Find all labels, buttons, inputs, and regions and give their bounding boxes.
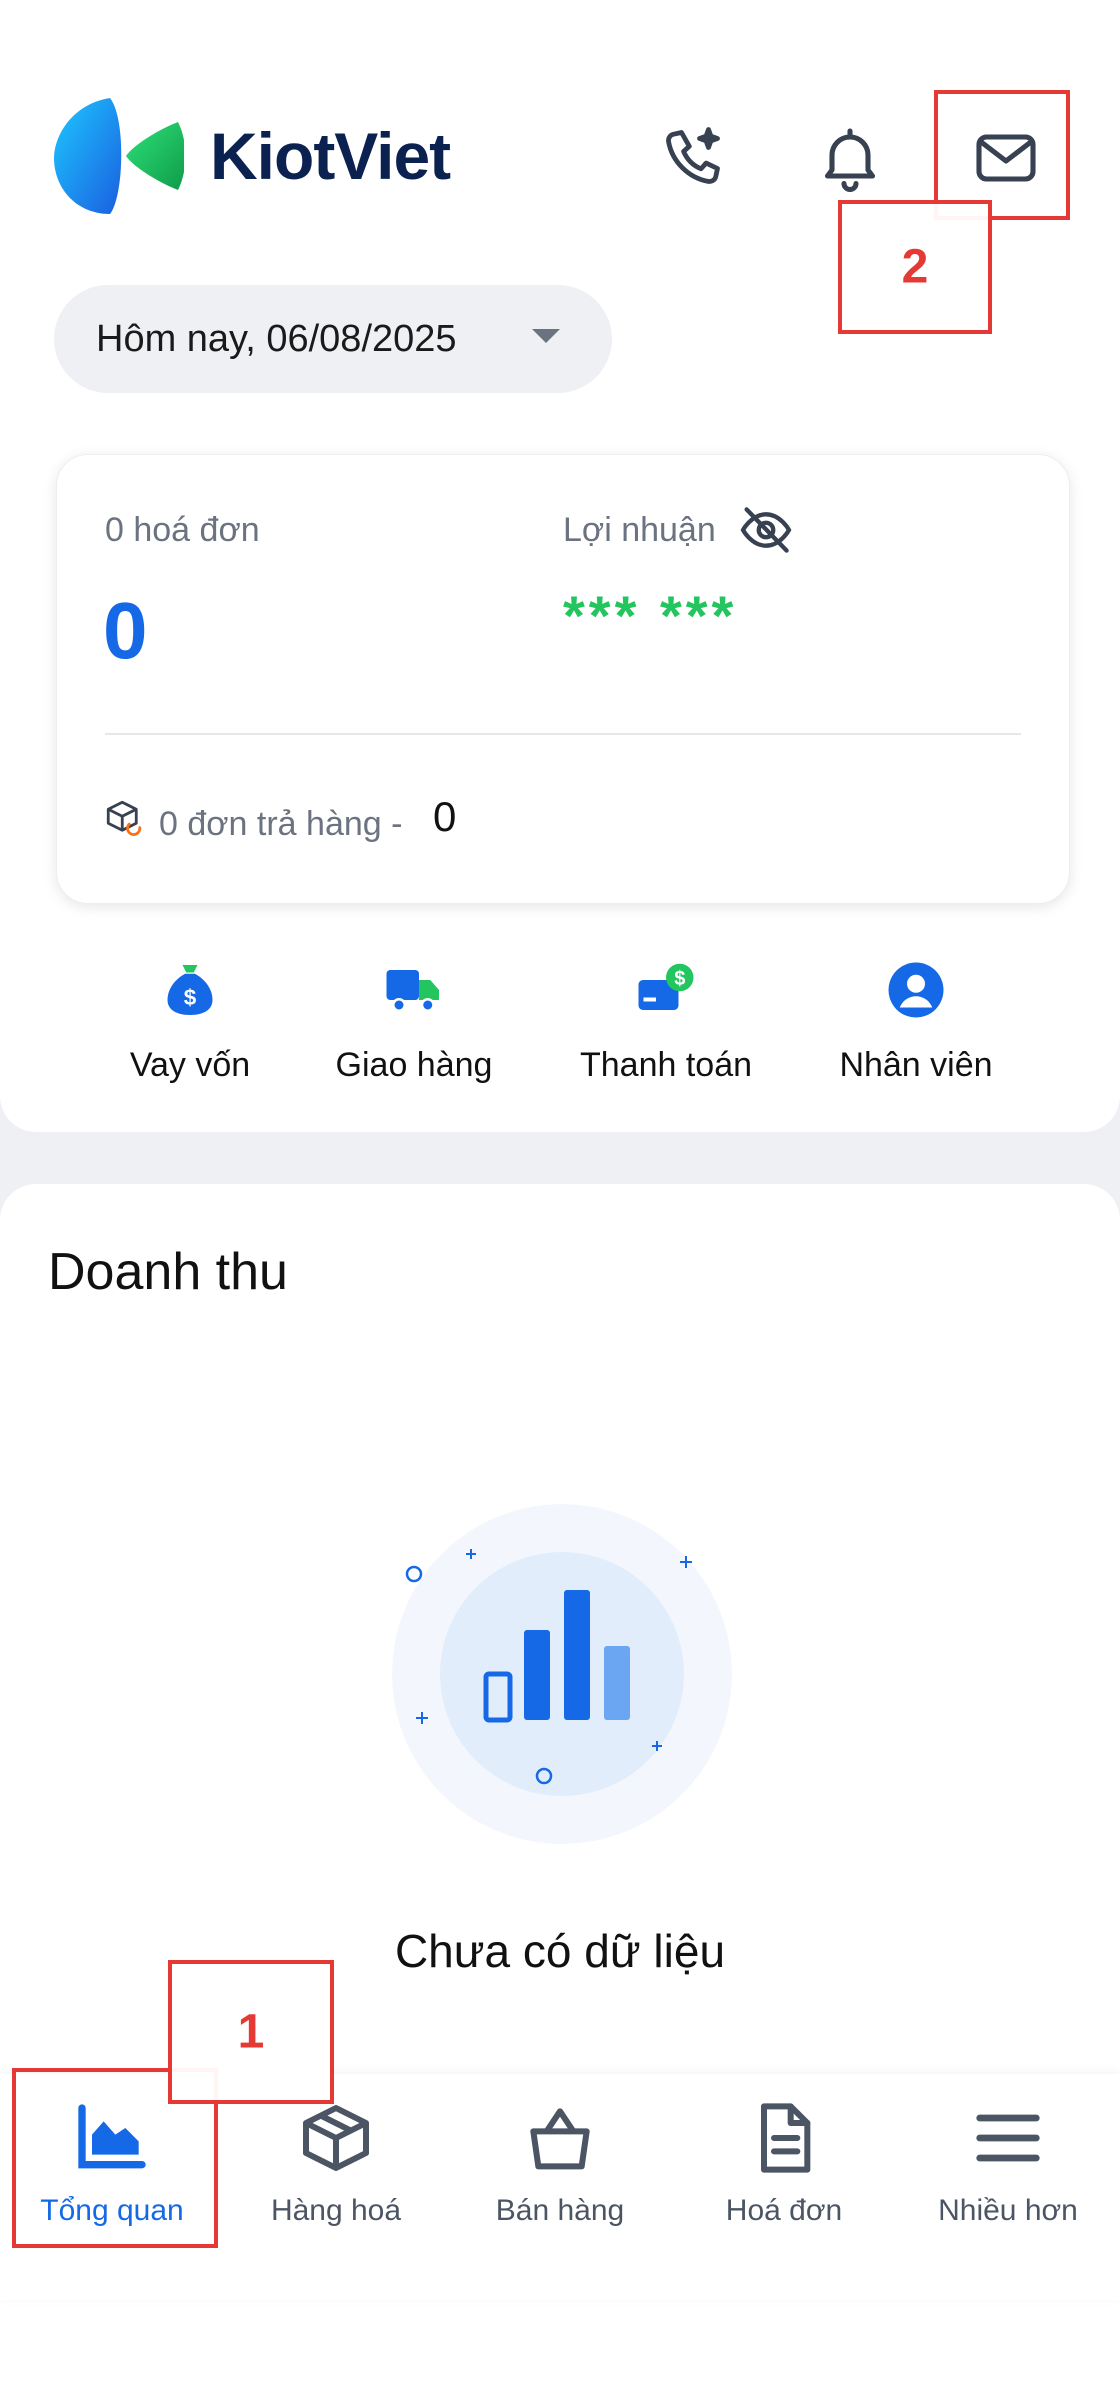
svg-text:$: $ bbox=[674, 968, 685, 990]
caret-down-icon bbox=[532, 329, 560, 343]
svg-text:$: $ bbox=[184, 985, 197, 1010]
stats-divider bbox=[105, 733, 1021, 735]
nav-more[interactable]: Nhiều hơn bbox=[896, 2098, 1120, 2228]
profit-label: Lợi nhuận bbox=[563, 511, 716, 549]
annotation-number: 2 bbox=[901, 240, 929, 294]
nav-label: Hoá đơn bbox=[725, 2194, 843, 2227]
annotation-label-2: 2 bbox=[838, 200, 992, 334]
employee-icon bbox=[888, 962, 944, 1018]
shortcut-label: Nhân viên bbox=[839, 1046, 993, 1084]
shortcut-label: Vay vốn bbox=[129, 1046, 251, 1084]
shortcut-payment[interactable]: $ Thanh toán bbox=[546, 960, 786, 1085]
date-filter-label: Hôm nay, 06/08/2025 bbox=[96, 317, 457, 360]
shortcut-loan[interactable]: $ Vay vốn bbox=[70, 960, 310, 1085]
invoices-label: 0 hoá đơn bbox=[105, 511, 260, 549]
empty-chart-illustration bbox=[392, 1504, 732, 1844]
payment-card-icon: $ bbox=[638, 963, 694, 1010]
phone-sparkle-icon[interactable] bbox=[652, 118, 732, 198]
stats-card: 0 hoá đơn 0 Lợi nhuận *** *** 0 đơn trả … bbox=[56, 454, 1070, 904]
shortcut-employee[interactable]: Nhân viên bbox=[796, 960, 1036, 1085]
nav-invoices[interactable]: Hoá đơn bbox=[672, 2098, 896, 2228]
kiotviet-logo: KiotViet bbox=[54, 96, 451, 216]
money-bag-icon: $ bbox=[167, 965, 213, 1015]
profit-value: *** *** bbox=[563, 584, 738, 647]
annotation-label-1: 1 bbox=[168, 1960, 334, 2104]
shortcut-label: Giao hàng bbox=[335, 1046, 493, 1084]
eye-off-icon[interactable] bbox=[737, 501, 795, 559]
invoices-value: 0 bbox=[103, 586, 148, 675]
menu-icon bbox=[976, 2114, 1040, 2162]
shopping-bag-icon bbox=[530, 2108, 590, 2170]
annotation-number: 1 bbox=[237, 2005, 265, 2059]
nav-sales[interactable]: Bán hàng bbox=[448, 2098, 672, 2228]
shortcut-delivery[interactable]: Giao hàng bbox=[294, 960, 534, 1085]
bell-icon[interactable] bbox=[810, 118, 890, 198]
revenue-title: Doanh thu bbox=[48, 1243, 288, 1301]
returns-value: 0 bbox=[433, 793, 457, 840]
nav-label: Hàng hoá bbox=[270, 2194, 402, 2227]
box-icon bbox=[303, 2105, 369, 2171]
shortcut-label: Thanh toán bbox=[579, 1046, 753, 1084]
return-box-icon bbox=[106, 800, 142, 836]
kiotviet-logo-mark bbox=[54, 98, 184, 214]
delivery-truck-icon bbox=[386, 970, 439, 1012]
returns-label: 0 đơn trả hàng - bbox=[159, 805, 403, 843]
document-icon bbox=[761, 2103, 811, 2173]
date-filter-dropdown[interactable]: Hôm nay, 06/08/2025 bbox=[54, 285, 612, 393]
brand-name: KiotViet bbox=[210, 119, 451, 193]
nav-label: Nhiều hơn bbox=[938, 2194, 1078, 2227]
nav-products[interactable]: Hàng hoá bbox=[224, 2098, 448, 2228]
nav-label: Bán hàng bbox=[495, 2194, 625, 2227]
